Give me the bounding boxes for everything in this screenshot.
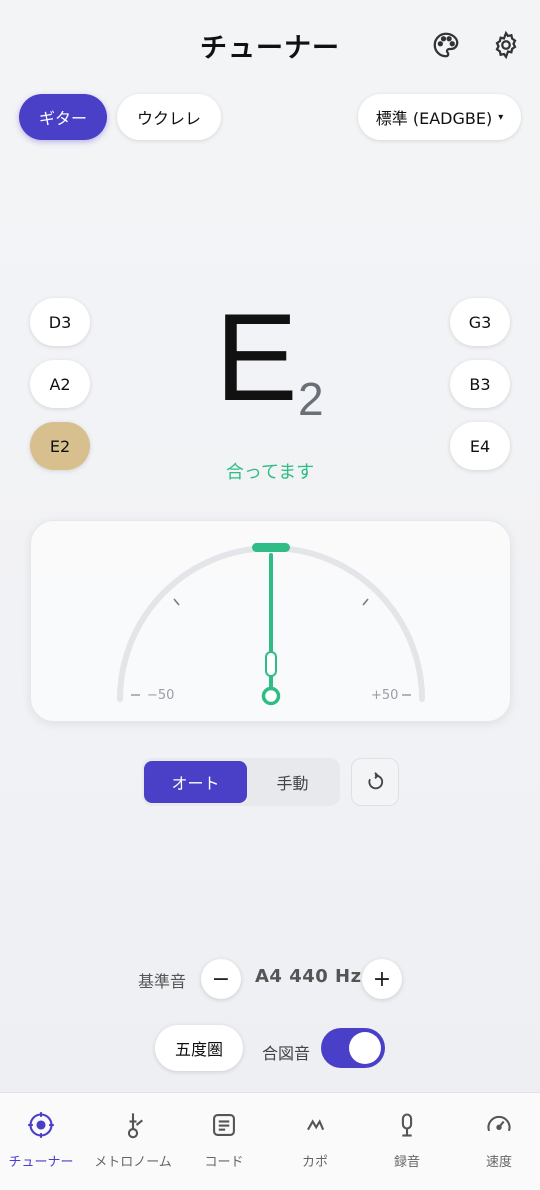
palette-icon[interactable]: [431, 30, 461, 60]
bottom-nav: チューナー メトロノーム コード カポ 録音 速度: [0, 1092, 540, 1190]
nav-chord[interactable]: コード: [179, 1111, 269, 1170]
reference-increase-button[interactable]: +: [362, 959, 402, 999]
tuning-status: 合ってます: [225, 462, 315, 483]
nav-tuner[interactable]: チューナー: [0, 1111, 86, 1170]
string-button-g3[interactable]: G3: [450, 298, 510, 346]
string-button-b3[interactable]: B3: [450, 360, 510, 408]
string-button-a2[interactable]: A2: [30, 360, 90, 408]
nav-metronome-label: メトロノーム: [94, 1155, 172, 1170]
speedometer-icon: [487, 1115, 511, 1132]
needle-pivot: [261, 686, 281, 706]
instrument-ukulele-button[interactable]: ウクレレ: [117, 94, 221, 140]
circle-of-fifths-button[interactable]: 五度圏: [155, 1025, 243, 1071]
reset-button[interactable]: [351, 758, 399, 806]
meter-max-label: +50: [371, 688, 399, 703]
nav-capo-label: カポ: [301, 1155, 328, 1170]
toggle-knob: [349, 1032, 381, 1064]
caret-down-icon: ▾: [498, 111, 504, 123]
capo-icon: [307, 1119, 325, 1131]
reference-value: A4 440 Hz: [255, 966, 362, 987]
nav-speed-label: 速度: [485, 1155, 512, 1170]
gear-icon[interactable]: [491, 30, 521, 60]
microphone-icon: [401, 1113, 413, 1137]
nav-speed[interactable]: 速度: [454, 1111, 540, 1170]
meter-center-marker: [252, 543, 290, 552]
reference-label: 基準音: [138, 972, 187, 991]
beep-label: 合図音: [262, 1044, 311, 1063]
tuning-meter: −50 +50: [30, 520, 511, 722]
nav-record-label: 録音: [393, 1155, 420, 1170]
note-letter: E: [215, 289, 298, 427]
beep-toggle[interactable]: [321, 1028, 385, 1068]
chord-icon: [213, 1114, 235, 1136]
mode-auto-button[interactable]: オート: [144, 761, 247, 803]
nav-capo[interactable]: カポ: [270, 1111, 360, 1170]
nav-metronome[interactable]: メトロノーム: [88, 1111, 178, 1170]
string-button-d3[interactable]: D3: [30, 298, 90, 346]
note-octave: 2: [298, 373, 324, 425]
reference-decrease-button[interactable]: −: [201, 959, 241, 999]
tuning-label: 標準 (EADGBE): [375, 109, 493, 128]
mode-segment: オート 手動: [142, 758, 340, 806]
instrument-guitar-button[interactable]: ギター: [19, 94, 107, 140]
metronome-icon: [127, 1113, 143, 1139]
meter-tick-right: [362, 598, 369, 606]
nav-tuner-label: チューナー: [8, 1155, 74, 1170]
tuner-icon: [28, 1112, 54, 1138]
nav-chord-label: コード: [204, 1155, 244, 1170]
nav-record[interactable]: 録音: [362, 1111, 452, 1170]
needle-value-marker: [265, 651, 277, 677]
tuning-select[interactable]: 標準 (EADGBE) ▾: [358, 94, 521, 140]
meter-min-label: −50: [147, 688, 175, 703]
meter-tick-left: [173, 598, 180, 606]
refresh-icon: [368, 772, 384, 790]
mode-manual-button[interactable]: 手動: [247, 761, 338, 803]
